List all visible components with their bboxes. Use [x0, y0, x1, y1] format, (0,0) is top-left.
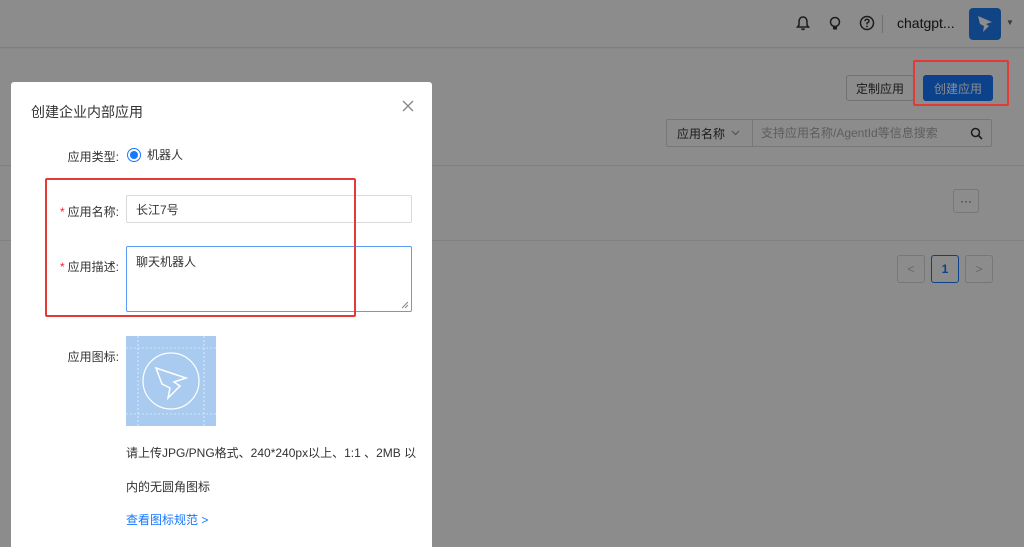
- app-icon-upload[interactable]: [126, 336, 216, 426]
- app-type-label: 应用类型:: [67, 150, 119, 164]
- app-icon-label: 应用图标:: [67, 350, 119, 364]
- dingtalk-logo-icon: [126, 336, 216, 426]
- create-app-dialog: 创建企业内部应用 应用类型: 机器人 * 应用名称: 长江7号 * 应用描述: 聊天…: [11, 82, 432, 547]
- close-icon[interactable]: [398, 96, 418, 116]
- app-type-robot-radio[interactable]: 机器人: [127, 146, 183, 163]
- radio-button[interactable]: [127, 147, 141, 162]
- resize-grip-icon[interactable]: [401, 301, 409, 309]
- create-button-highlight: [913, 60, 1009, 106]
- icon-guide-link[interactable]: 查看图标规范 >: [126, 511, 208, 528]
- icon-hint-line2: 内的无圆角图标: [126, 480, 211, 494]
- dialog-title: 创建企业内部应用: [31, 104, 143, 120]
- icon-hint-line1: 请上传JPG/PNG格式、240*240px以上、1:1 、2MB 以: [126, 446, 417, 460]
- fields-highlight: [45, 178, 356, 317]
- app-type-option-label: 机器人: [147, 148, 184, 162]
